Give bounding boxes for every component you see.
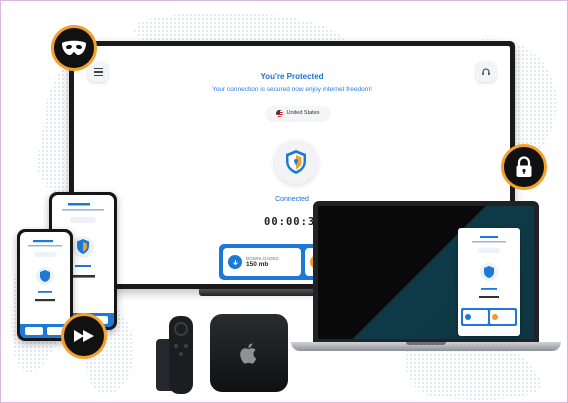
us-flag-icon xyxy=(276,109,284,117)
apple-logo-icon xyxy=(240,343,257,364)
country-label: United States xyxy=(286,110,320,116)
padlock-icon xyxy=(516,156,532,177)
speed-badge xyxy=(61,313,107,359)
phone-small-screen xyxy=(20,232,70,338)
protection-title: You're Protected xyxy=(260,72,324,81)
connect-button[interactable] xyxy=(274,140,318,184)
mask-icon xyxy=(62,40,86,55)
laptop-device xyxy=(313,201,539,344)
download-value: 150 mb xyxy=(246,261,269,268)
download-icon xyxy=(228,255,242,269)
apple-tv-box xyxy=(210,314,288,392)
promo-frame: You're Protected Your connection is secu… xyxy=(0,0,568,403)
laptop-screen xyxy=(318,206,534,339)
download-stat-card: DOWNLOADED 150 mb xyxy=(223,248,301,276)
laptop-app-preview xyxy=(461,236,517,326)
remote-dpad xyxy=(174,322,188,336)
country-selector[interactable]: United States xyxy=(266,106,330,120)
remote-button xyxy=(184,344,188,348)
remote-button xyxy=(179,352,183,356)
fast-forward-icon xyxy=(74,330,94,342)
remote-button xyxy=(174,344,178,348)
mask-badge xyxy=(51,25,97,71)
laptop-app-window xyxy=(458,228,520,336)
laptop-notch xyxy=(406,342,446,345)
protection-subtitle: Your connection is secured now enjoy int… xyxy=(212,86,372,93)
padlock-badge xyxy=(501,144,547,190)
streaming-remote xyxy=(169,316,193,394)
phone-small-app-preview xyxy=(28,240,62,302)
shield-lock-icon xyxy=(286,150,306,174)
